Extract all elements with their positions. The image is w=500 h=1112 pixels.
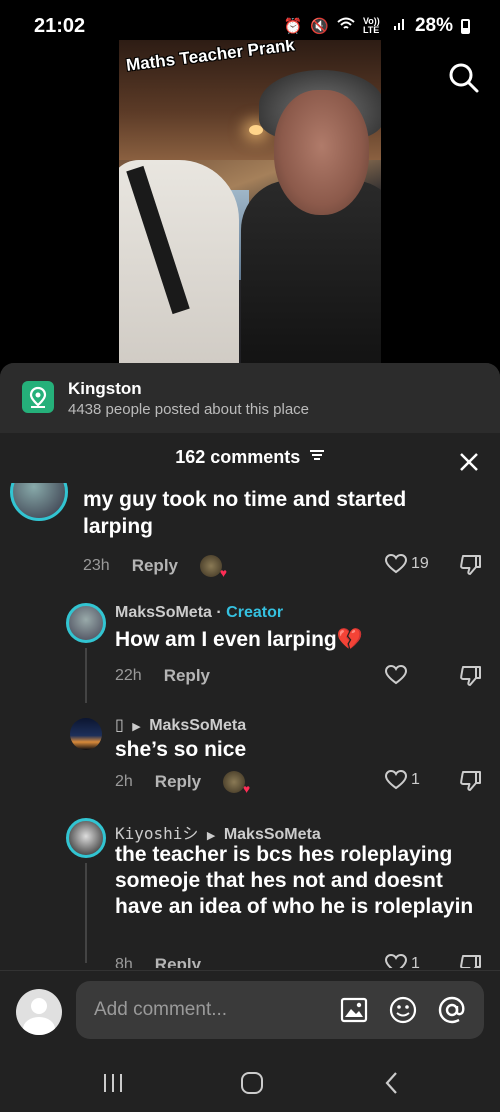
battery-icon — [461, 18, 470, 34]
search-icon[interactable] — [448, 62, 480, 94]
reply-arrow-icon: ▶ — [206, 830, 216, 842]
author-name[interactable]: ▯ — [115, 717, 124, 734]
thread-line — [85, 863, 87, 963]
author-name[interactable]: Kiyoshiシ — [115, 824, 198, 843]
recents-icon[interactable] — [100, 1070, 126, 1096]
navigation-bar — [0, 1052, 500, 1112]
author-name[interactable]: MaksSoMeta — [115, 604, 212, 621]
heart-icon: ♥ — [242, 782, 251, 796]
avatar[interactable] — [66, 603, 106, 643]
comments-list[interactable]: my guy took no time and started larping … — [0, 483, 500, 968]
comment-time: 8h — [115, 956, 133, 968]
like-count: 1 — [411, 771, 420, 788]
comment-author: MaksSoMeta · Creator — [115, 604, 283, 622]
like-count: 19 — [411, 555, 429, 572]
thread-line — [85, 648, 87, 703]
dislike-icon[interactable] — [459, 770, 483, 797]
reply-arrow-icon: ▶ — [132, 721, 141, 733]
comment-meta: 22h Reply — [115, 666, 210, 686]
network-label: Vo)) LTE — [362, 16, 380, 35]
heart-outline-icon — [385, 770, 407, 790]
like-button[interactable]: 1 — [385, 954, 420, 968]
comment-input[interactable]: Add comment... — [76, 981, 484, 1039]
location-title: Kingston — [68, 379, 142, 398]
reply-to-name[interactable]: MaksSoMeta — [224, 826, 321, 843]
home-icon[interactable] — [239, 1070, 265, 1096]
comment-text: she’s so nice — [115, 738, 247, 761]
status-icons: ⏰ 🔇 Vo)) LTE 28% — [284, 15, 470, 37]
location-pin-icon — [22, 381, 54, 413]
heart-icon: ♥ — [219, 566, 227, 580]
emoji-icon[interactable] — [389, 996, 417, 1024]
comment-author: ▯ ▶ MaksSoMeta — [115, 715, 246, 735]
location-subtitle: 4438 people posted about this place — [68, 401, 310, 418]
comment-author: Kiyoshiシ ▶ MaksSoMeta — [115, 820, 321, 844]
comment-text: my guy took no time and started larping — [83, 488, 407, 538]
avatar-body — [23, 1017, 55, 1035]
mute-icon: 🔇 — [310, 18, 329, 35]
back-icon[interactable] — [379, 1070, 405, 1096]
dislike-icon[interactable] — [459, 954, 483, 968]
comment-placeholder: Add comment... — [94, 999, 228, 1020]
creator-liked-avatar: ♥ — [200, 555, 227, 580]
avatar[interactable] — [70, 718, 102, 750]
sort-icon[interactable] — [309, 448, 325, 467]
like-button[interactable] — [385, 665, 411, 685]
dislike-icon[interactable] — [459, 554, 483, 581]
comment-time: 2h — [115, 773, 133, 790]
reply-button[interactable]: Reply — [155, 772, 201, 792]
comment-time: 22h — [115, 667, 142, 684]
wifi-icon — [337, 17, 355, 35]
reply-to-name[interactable]: MaksSoMeta — [149, 717, 246, 734]
like-button[interactable]: 1 — [385, 770, 420, 790]
creator-liked-avatar: ♥ — [223, 771, 250, 796]
comment-text: How am I even larping💔 — [115, 628, 363, 651]
user-avatar[interactable] — [16, 989, 62, 1035]
video-face — [274, 90, 369, 215]
dislike-icon[interactable] — [459, 665, 483, 692]
location-banner[interactable]: Kingston 4438 people posted about this p… — [0, 363, 500, 433]
creator-badge: Creator — [226, 604, 284, 621]
reply-button[interactable]: Reply — [155, 955, 201, 968]
avatar[interactable] — [10, 483, 68, 521]
comment-meta: 23h Reply ♥ — [83, 555, 227, 580]
comment-time: 23h — [83, 557, 110, 574]
like-count: 1 — [411, 955, 420, 968]
avatar[interactable] — [66, 818, 106, 858]
comment-meta: 8h Reply — [115, 955, 201, 968]
status-time: 21:02 — [34, 15, 86, 37]
comment-meta: 2h Reply ♥ — [115, 771, 250, 796]
reply-button[interactable]: Reply — [164, 666, 210, 686]
comment-text: the teacher is bcs hes roleplaying someo… — [115, 843, 474, 918]
heart-outline-icon — [385, 954, 407, 968]
author-separator: · — [216, 604, 222, 621]
battery-level: 28% — [414, 15, 453, 36]
heart-outline-icon — [385, 554, 407, 574]
comments-header: 162 comments — [0, 447, 500, 477]
avatar-head — [31, 998, 47, 1014]
signal-icon — [393, 17, 407, 35]
image-icon[interactable] — [340, 996, 368, 1024]
mention-icon[interactable] — [438, 996, 466, 1024]
video-player[interactable]: Maths Teacher Prank — [119, 40, 381, 363]
like-button[interactable]: 19 — [385, 554, 429, 574]
alarm-icon: ⏰ — [283, 18, 303, 35]
close-icon[interactable] — [458, 451, 480, 473]
reply-button[interactable]: Reply — [132, 556, 178, 576]
heart-outline-icon — [385, 665, 407, 685]
comments-count: 162 comments — [175, 447, 301, 467]
